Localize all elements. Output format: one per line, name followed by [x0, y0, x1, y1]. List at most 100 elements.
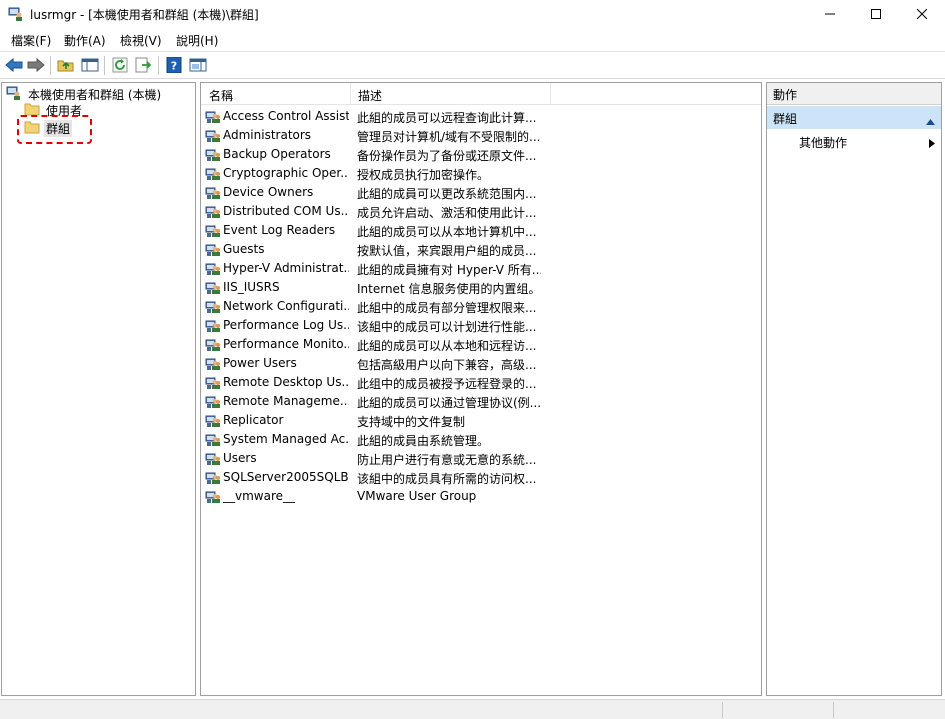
- group-description: 该組中的成员可以计划进行性能...: [357, 320, 537, 334]
- group-name: Performance Log Us...: [223, 318, 349, 332]
- group-row[interactable]: Replicator 支持域中的文件复制: [201, 411, 761, 430]
- minimize-button[interactable]: [807, 0, 853, 28]
- group-name: Users: [223, 451, 257, 465]
- window-title: lusrmgr - [本機使用者和群組 (本機)\群組]: [30, 8, 259, 22]
- computer-users-icon: [8, 6, 24, 22]
- refresh-icon[interactable]: [111, 56, 129, 74]
- group-icon: [205, 431, 221, 447]
- toolbar-separator: [158, 56, 159, 75]
- column-header-name[interactable]: 名稱: [209, 87, 233, 104]
- group-row[interactable]: Cryptographic Oper... 授权成员执行加密操作。: [201, 164, 761, 183]
- group-row[interactable]: Administrators 管理员对计算机/域有不受限制的...: [201, 126, 761, 145]
- group-description: 该組中的成员具有所需的访问权...: [357, 472, 537, 486]
- group-name: Access Control Assist...: [223, 109, 349, 123]
- group-description: 备份操作员为了备份或还原文件...: [357, 149, 537, 163]
- group-row[interactable]: __vmware__ VMware User Group: [201, 487, 761, 506]
- menu-view[interactable]: 檢視(V): [120, 32, 162, 49]
- group-name: Guests: [223, 242, 265, 256]
- group-icon: [205, 184, 221, 200]
- group-name: Administrators: [223, 128, 312, 142]
- group-row[interactable]: IIS_IUSRS Internet 信息服务使用的内置组。: [201, 278, 761, 297]
- group-rows: Access Control Assist... 此組的成员可以远程查询此计算..…: [201, 107, 761, 506]
- show-hide-tree-icon[interactable]: [81, 56, 99, 74]
- menu-action[interactable]: 動作(A): [64, 32, 106, 49]
- group-description: 此組的成员可以通过管理协议(例...: [357, 396, 541, 410]
- group-icon: [205, 241, 221, 257]
- group-name: SQLServer2005SQLB...: [223, 470, 349, 484]
- list-header: 名稱 描述: [201, 83, 761, 105]
- maximize-button[interactable]: [853, 0, 899, 28]
- group-row[interactable]: Performance Monito... 此組的成员可以从本地和远程访...: [201, 335, 761, 354]
- group-icon: [205, 203, 221, 219]
- group-icon: [205, 412, 221, 428]
- group-name: Device Owners: [223, 185, 314, 199]
- group-icon: [205, 355, 221, 371]
- column-divider[interactable]: [350, 83, 351, 105]
- group-row[interactable]: System Managed Ac... 此組的成員由系統管理。: [201, 430, 761, 449]
- group-name: Power Users: [223, 356, 297, 370]
- action-pane-icon[interactable]: [189, 56, 207, 74]
- export-list-icon[interactable]: [135, 56, 153, 74]
- up-folder-icon[interactable]: [57, 56, 75, 74]
- group-icon: [205, 393, 221, 409]
- group-row[interactable]: Power Users 包括高級用户以向下兼容，高级...: [201, 354, 761, 373]
- group-name: Remote Desktop Us...: [223, 375, 349, 389]
- group-row[interactable]: Guests 按默认值，来宾跟用户組的成员...: [201, 240, 761, 259]
- group-row[interactable]: Distributed COM Us... 成员允许启动、激活和使用此计...: [201, 202, 761, 221]
- column-divider[interactable]: [550, 83, 551, 105]
- action-more-actions[interactable]: 其他動作: [799, 134, 847, 151]
- group-row[interactable]: SQLServer2005SQLB... 该組中的成员具有所需的访问权...: [201, 468, 761, 487]
- group-row[interactable]: Performance Log Us... 该組中的成员可以计划进行性能...: [201, 316, 761, 335]
- group-name: Backup Operators: [223, 147, 331, 161]
- group-row[interactable]: Access Control Assist... 此組的成员可以远程查询此计算..…: [201, 107, 761, 126]
- toolbar-separator: [104, 56, 105, 75]
- group-icon: [205, 469, 221, 485]
- toolbar-separator: [50, 56, 51, 75]
- actions-section-groups[interactable]: 群組: [767, 106, 941, 129]
- collapse-triangle-icon[interactable]: [926, 114, 935, 128]
- group-list-pane: 名稱 描述 Access Control Assist... 此組的成员可以远程查…: [200, 82, 762, 696]
- title-bar: lusrmgr - [本機使用者和群組 (本機)\群組]: [0, 0, 945, 28]
- group-icon: [205, 298, 221, 314]
- tree-root-label: 本機使用者和群組 (本機): [28, 88, 162, 102]
- help-icon[interactable]: ?: [165, 56, 183, 74]
- toolbar: ?: [0, 51, 945, 79]
- group-description: 此組的成员可以远程查询此计算...: [357, 111, 537, 125]
- group-row[interactable]: Remote Manageme... 此組的成员可以通过管理协议(例...: [201, 392, 761, 411]
- group-icon: [205, 146, 221, 162]
- group-row[interactable]: Device Owners 此組的成員可以更改系統范围内...: [201, 183, 761, 202]
- status-separator: [722, 702, 723, 718]
- close-button[interactable]: [899, 0, 945, 28]
- group-description: 此組中的成员有部分管理权限来...: [357, 301, 537, 315]
- actions-section-label: 群組: [773, 112, 798, 126]
- status-bar: [0, 699, 945, 719]
- group-row[interactable]: Users 防止用户进行有意或无意的系統...: [201, 449, 761, 468]
- status-separator: [833, 702, 834, 718]
- group-name: System Managed Ac...: [223, 432, 349, 446]
- menu-file[interactable]: 檔案(F): [11, 32, 51, 49]
- group-icon: [205, 317, 221, 333]
- group-row[interactable]: Remote Desktop Us... 此组中的成员被授予远程登录的...: [201, 373, 761, 392]
- group-icon: [205, 108, 221, 124]
- group-name: Cryptographic Oper...: [223, 166, 349, 180]
- submenu-arrow-icon[interactable]: [929, 137, 935, 151]
- actions-title: 動作: [767, 83, 941, 105]
- group-icon: [205, 127, 221, 143]
- group-row[interactable]: Hyper-V Administrat... 此組的成員擁有对 Hyper-V 所…: [201, 259, 761, 278]
- group-row[interactable]: Backup Operators 备份操作员为了备份或还原文件...: [201, 145, 761, 164]
- actions-pane: 動作 群組 其他動作: [766, 82, 942, 696]
- computer-users-icon: [6, 85, 22, 104]
- group-row[interactable]: Event Log Readers 此組的成员可以从本地计算机中...: [201, 221, 761, 240]
- column-header-description[interactable]: 描述: [358, 87, 382, 104]
- forward-arrow-icon[interactable]: [27, 56, 45, 74]
- svg-text:?: ?: [171, 60, 177, 73]
- menu-help[interactable]: 說明(H): [176, 32, 218, 49]
- back-arrow-icon[interactable]: [5, 56, 23, 74]
- group-icon: [205, 450, 221, 466]
- group-row[interactable]: Network Configurati... 此組中的成员有部分管理权限来...: [201, 297, 761, 316]
- group-description: 支持域中的文件复制: [357, 415, 466, 429]
- group-description: 此組的成员可以从本地计算机中...: [357, 225, 537, 239]
- group-icon: [205, 488, 221, 504]
- group-description: 此組的成員由系統管理。: [357, 434, 490, 448]
- group-icon: [205, 222, 221, 238]
